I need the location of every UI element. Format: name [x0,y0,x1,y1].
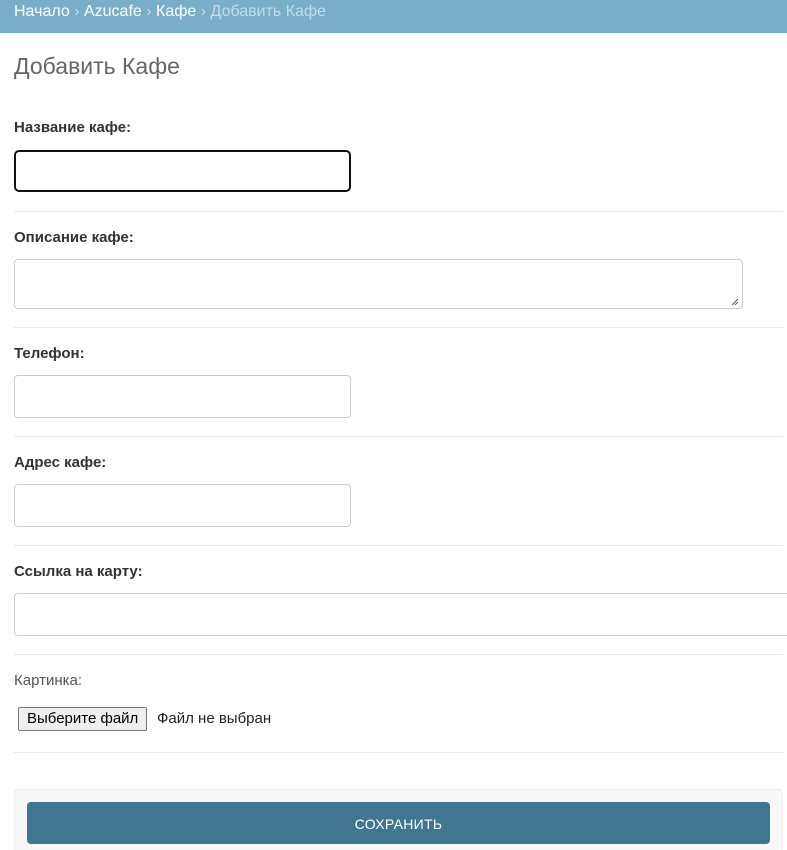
breadcrumb: Начало › Azucafe › Кафе › Добавить Кафе [0,0,787,33]
phone-input[interactable] [14,375,351,418]
map-link-label: Ссылка на карту: [14,563,143,580]
breadcrumb-separator: › [146,3,152,20]
map-link-input[interactable] [14,593,787,636]
breadcrumb-link-app[interactable]: Azucafe [84,3,142,20]
row-divider [14,752,783,753]
file-status-text: Файл не выбран [157,710,272,727]
choose-file-button[interactable]: Выберите файл [18,707,148,731]
breadcrumb-separator: › [200,3,207,20]
page-title: Добавить Кафе [14,53,180,79]
breadcrumb-link-home[interactable]: Начало [14,3,70,20]
phone-label: Телефон: [14,345,85,362]
address-input[interactable] [14,484,351,527]
breadcrumb-link-model[interactable]: Кафе [156,3,196,20]
submit-row: СОХРАНИТЬ [14,789,783,850]
name-label: Название кафе: [14,119,132,136]
image-label: Картинка: [14,672,83,689]
row-divider [14,327,783,328]
resize-grip-icon[interactable] [731,298,739,306]
description-label: Описание кафе: [14,229,134,246]
row-divider [14,211,783,212]
row-divider [14,436,783,437]
name-input[interactable] [14,150,351,192]
breadcrumb-current: Добавить Кафе [210,3,326,20]
row-divider [14,545,783,546]
breadcrumb-separator: › [74,3,80,20]
row-divider [14,654,783,655]
description-textarea[interactable] [14,259,743,309]
save-button[interactable]: СОХРАНИТЬ [27,802,770,844]
address-label: Адрес кафе: [14,454,107,471]
